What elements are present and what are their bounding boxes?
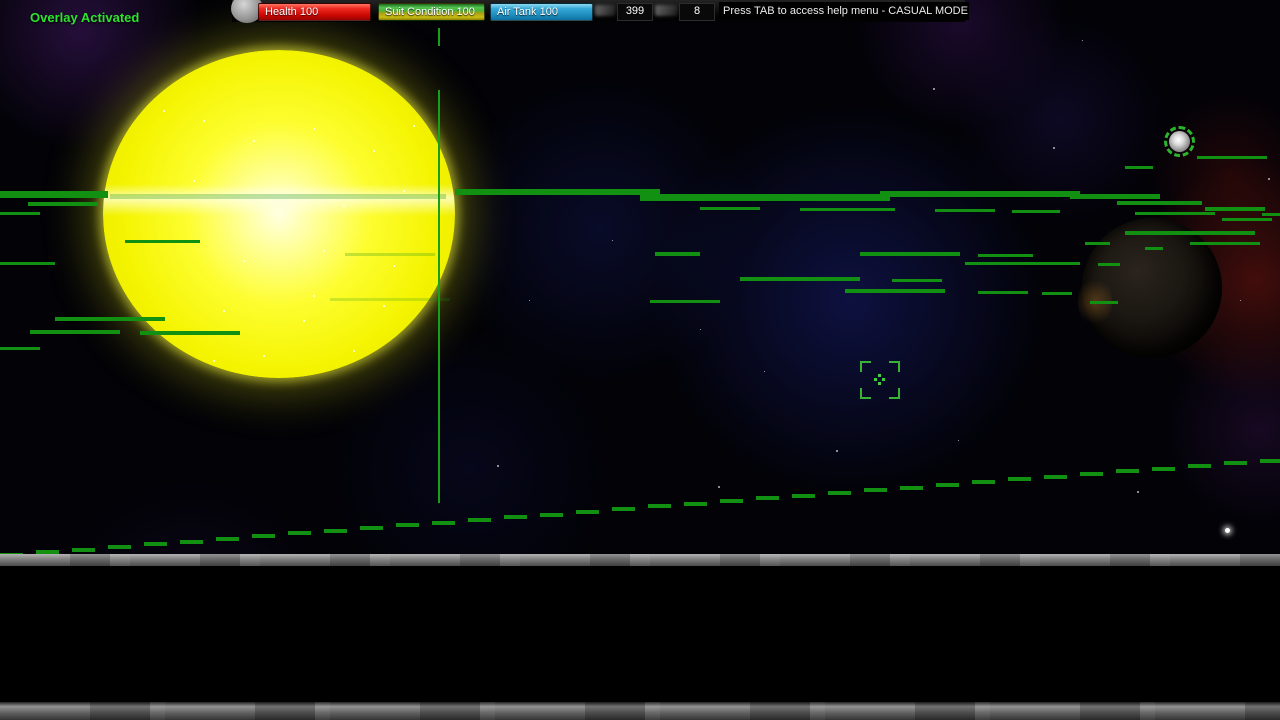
counter-b-label-smudge [655, 5, 677, 16]
crosshair-corner-tl [860, 361, 871, 372]
crosshair-corner-tr [889, 361, 900, 372]
air-tank-bar: Air Tank 100 [490, 3, 593, 21]
suit-condition-bar: Suit Condition 100 [378, 3, 485, 21]
target-ring-object[interactable] [1164, 126, 1195, 157]
crosshair-corner-br [889, 388, 900, 399]
crosshair [860, 361, 900, 399]
crosshair-center-dot [878, 374, 881, 377]
counter-b-value: 8 [679, 3, 715, 21]
game-screen: Health 100 Suit Condition 100 Air Tank 1… [0, 0, 1280, 720]
target-object-sphere [1169, 131, 1190, 152]
crosshair-center-dot [874, 378, 877, 381]
health-bar: Health 100 [258, 3, 371, 21]
overlay-activated-label: Overlay Activated [30, 10, 139, 25]
crosshair-center-dot [882, 378, 885, 381]
crosshair-center-dot [878, 382, 881, 385]
console-body: SURFACE: Silicate Rock ATMOSPHERE: No At… [0, 566, 1280, 720]
help-hint-text: Press TAB to access help menu - CASUAL M… [719, 2, 969, 20]
counter-a-label-smudge [595, 5, 615, 16]
counter-a-value: 399 [617, 3, 653, 21]
crosshair-corner-bl [860, 388, 871, 399]
console-bottom-edge [0, 702, 1280, 720]
